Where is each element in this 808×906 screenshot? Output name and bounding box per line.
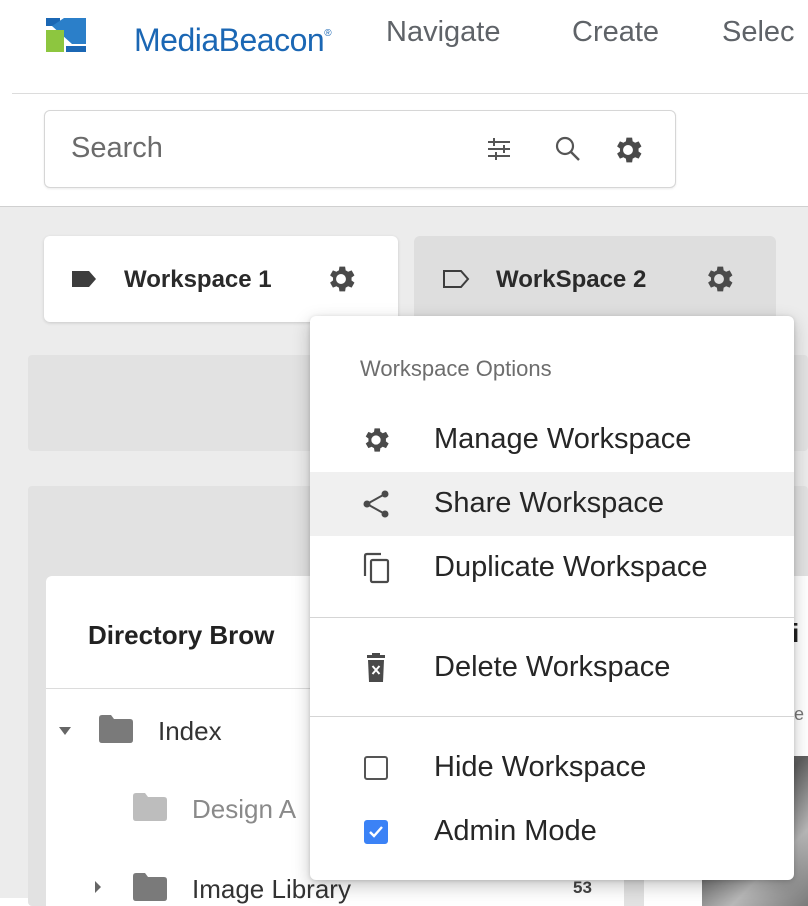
gear-icon[interactable]	[611, 133, 645, 167]
outline-tag-icon	[443, 270, 470, 288]
brand-name: MediaBeacon®	[134, 22, 332, 58]
admin-mode-item[interactable]: Admin Mode	[310, 800, 794, 864]
logo-mark-icon	[46, 18, 86, 52]
menu-divider	[310, 716, 794, 717]
menu-header: Workspace Options	[360, 356, 552, 381]
admin-mode-checkbox[interactable]	[364, 820, 388, 844]
duplicate-workspace-item[interactable]: Duplicate Workspace	[310, 536, 794, 600]
mediabeacon-logo[interactable]: MediaBeacon®	[44, 14, 344, 58]
filter-sliders-icon[interactable]	[485, 135, 513, 163]
menu-item-label: Delete Workspace	[434, 651, 671, 683]
nav-navigate[interactable]: Navigate	[386, 16, 500, 49]
hide-workspace-item[interactable]: Hide Workspace	[310, 736, 794, 800]
item-count-badge: 53	[573, 878, 592, 897]
share-icon	[363, 490, 389, 518]
folder-icon	[133, 793, 167, 821]
trash-icon	[367, 653, 385, 682]
manage-workspace-item[interactable]: Manage Workspace	[310, 408, 794, 472]
workspace-2-label: WorkSpace 2	[496, 266, 647, 293]
tab-workspace-2[interactable]: WorkSpace 2	[414, 236, 776, 322]
tab-workspace-1[interactable]: Workspace 1	[44, 236, 398, 322]
search-row	[0, 94, 808, 206]
gear-icon[interactable]	[324, 262, 358, 296]
nav-select[interactable]: Selec	[722, 16, 795, 49]
workspace-options-menu: Workspace Options Manage Workspace Share…	[310, 316, 794, 880]
caret-right-icon[interactable]	[94, 880, 102, 894]
panel-title: Directory Brow	[88, 620, 275, 650]
workspace-1-label: Workspace 1	[124, 266, 272, 293]
gear-icon[interactable]	[702, 262, 736, 296]
panel-text-fragment: e	[794, 704, 805, 724]
caret-down-icon[interactable]	[58, 726, 72, 736]
menu-item-label: Share Workspace	[434, 487, 664, 519]
delete-workspace-item[interactable]: Delete Workspace	[310, 636, 794, 700]
search-icon[interactable]	[553, 134, 583, 164]
tree-item-design[interactable]: Design A	[192, 794, 296, 825]
nav-create[interactable]: Create	[572, 16, 659, 49]
menu-item-label: Manage Workspace	[434, 423, 692, 455]
menu-item-label: Admin Mode	[434, 815, 597, 847]
search-box	[44, 110, 676, 188]
share-workspace-item[interactable]: Share Workspace	[310, 472, 794, 536]
folder-icon	[99, 715, 133, 743]
menu-divider	[310, 617, 794, 618]
copy-icon	[363, 552, 390, 584]
folder-icon	[133, 873, 167, 901]
search-input[interactable]	[71, 129, 451, 167]
menu-item-label: Duplicate Workspace	[434, 551, 708, 583]
hide-workspace-checkbox[interactable]	[364, 756, 388, 780]
top-bar: MediaBeacon® Navigate Create Selec	[0, 0, 808, 93]
check-icon	[369, 826, 383, 838]
gear-icon	[365, 428, 389, 452]
filled-tag-icon	[72, 271, 96, 287]
tree-item-index[interactable]: Index	[158, 716, 222, 747]
menu-item-label: Hide Workspace	[434, 751, 647, 783]
